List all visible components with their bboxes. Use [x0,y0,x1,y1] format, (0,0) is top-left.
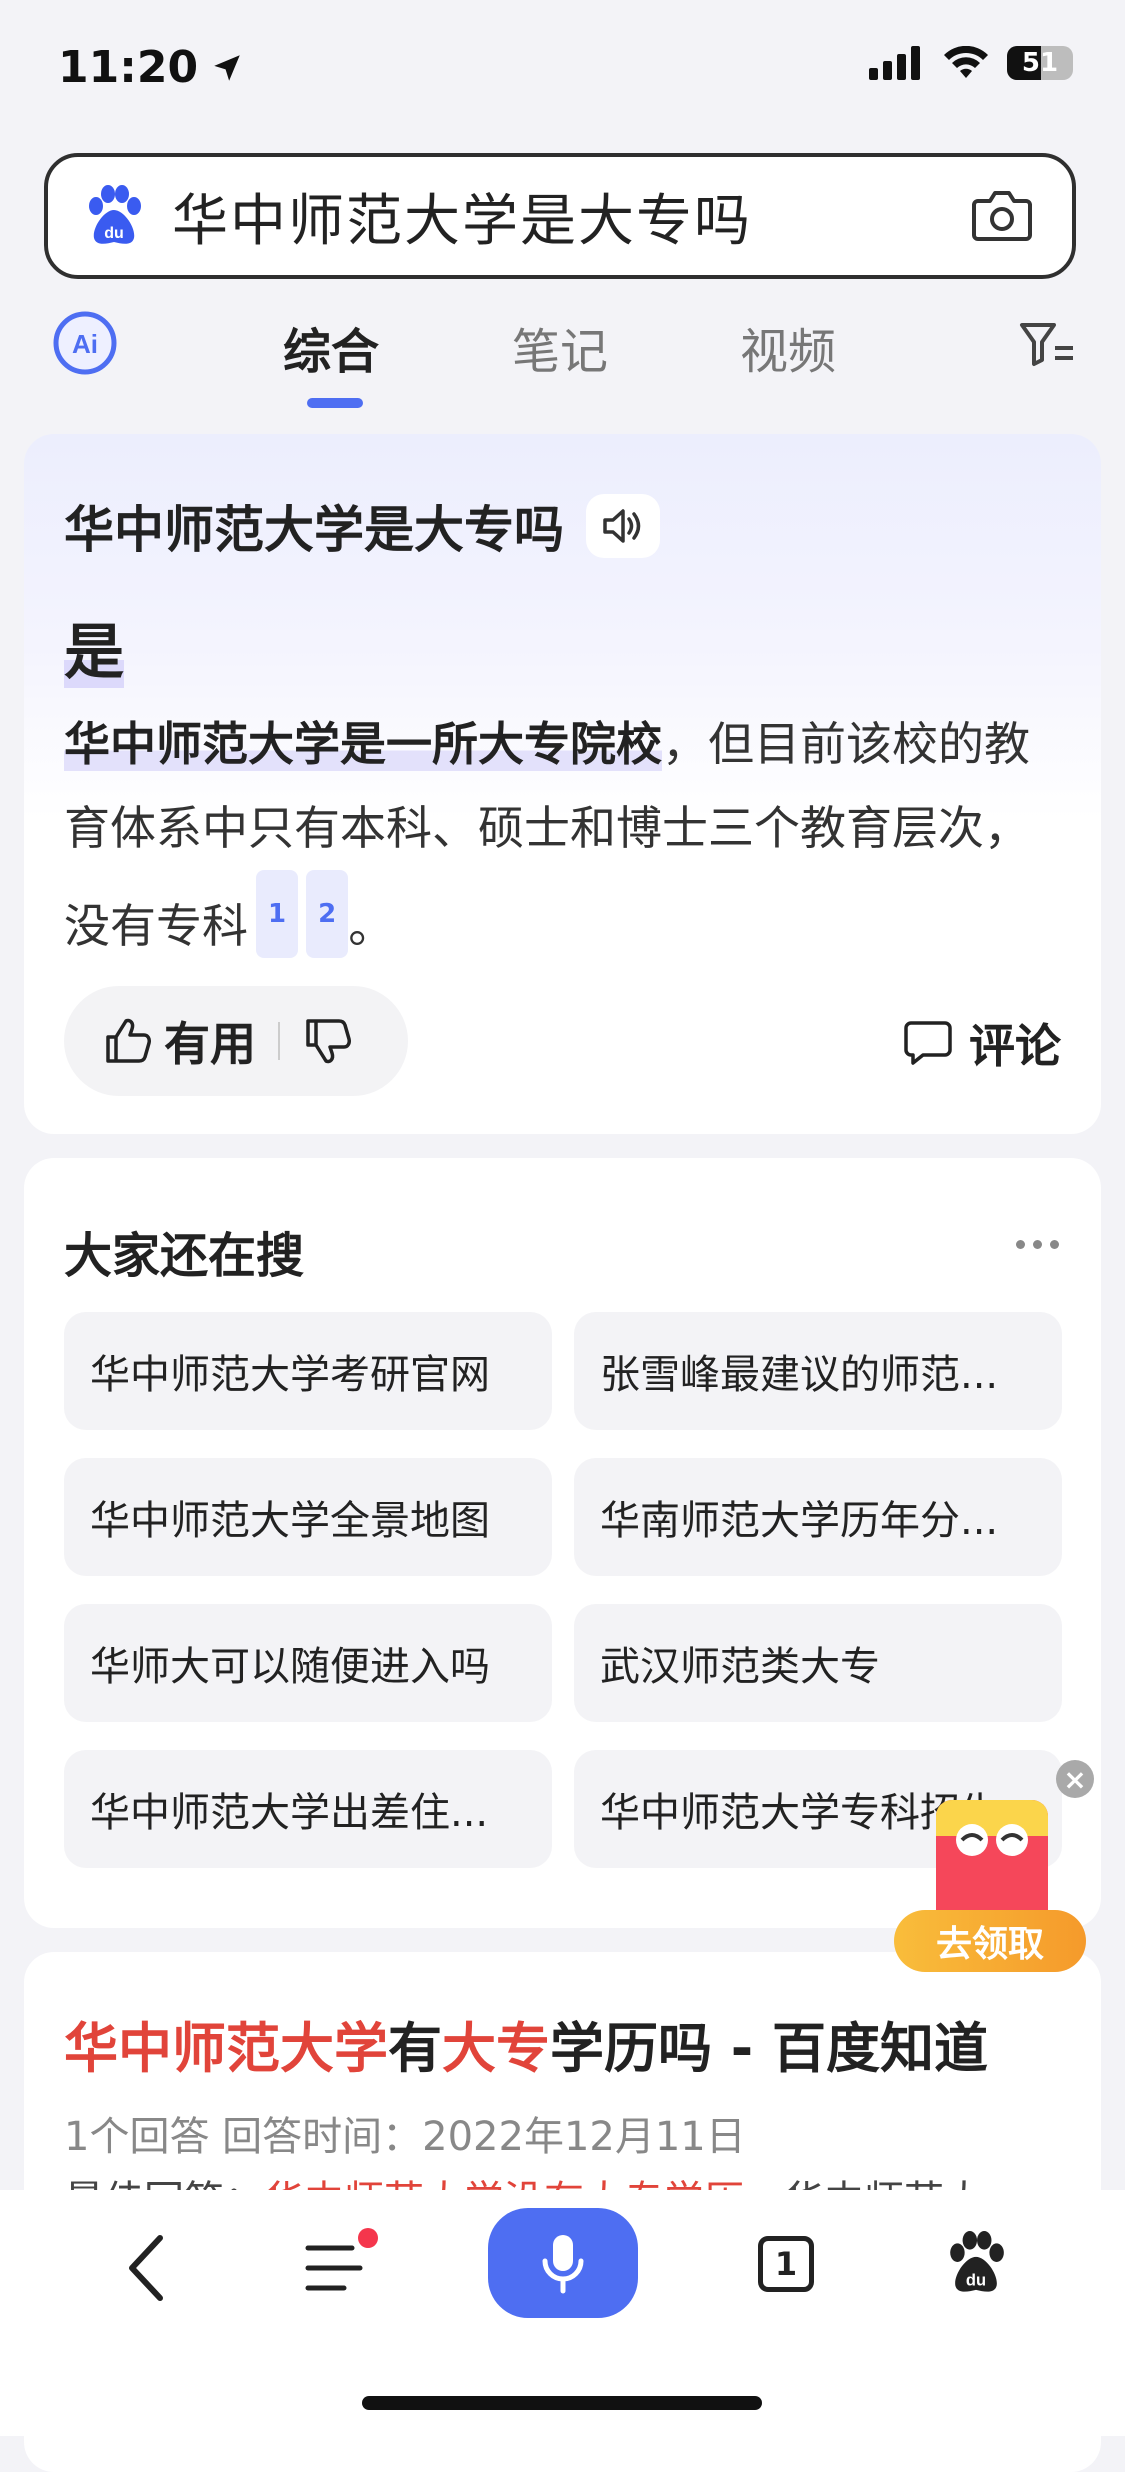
camera-icon[interactable] [972,187,1032,243]
ai-assistant-icon[interactable]: Ai [52,310,118,376]
time-text: 11:20 [58,42,199,93]
speaker-button[interactable] [586,494,660,558]
menu-icon[interactable] [304,2240,364,2296]
thumbs-down-icon[interactable] [302,1015,354,1067]
result-title[interactable]: 华中师范大学有大专学历吗 - 百度知道 [64,2004,988,2083]
speaker-icon [603,509,641,543]
status-time: 11:20 [58,42,244,93]
answer-period: 。 [348,899,395,953]
search-query-text[interactable]: 华中师范大学是大专吗 [172,176,752,257]
comment-button[interactable]: 评论 [903,1010,1061,1076]
ai-short-answer: 是 [64,618,124,688]
thumbs-up-icon[interactable] [102,1015,154,1067]
microphone-icon [542,2235,584,2294]
answer-highlight: 华中师范大学是一所大专院校 [64,717,662,771]
related-title: 大家还在搜 [64,1228,305,1284]
related-chip[interactable]: 华师大可以随便进入吗 [64,1604,552,1722]
tab-active-indicator [307,398,363,408]
location-arrow-icon [214,54,240,81]
more-options-icon[interactable] [1016,1240,1059,1249]
related-chip[interactable]: 张雪峰最建议的师范... [574,1312,1062,1430]
baidu-paw-icon: du [89,185,141,244]
promo-close-icon[interactable]: × [1056,1760,1094,1798]
ai-answer-card: 华中师范大学是大专吗 是 华中师范大学是一所大专院校，但目前该校的教育体系中只有… [24,434,1101,1134]
ai-question-text: 华中师范大学是大专吗 [64,501,564,559]
wifi-icon [944,46,988,78]
baidu-home-icon[interactable]: du [944,2230,1008,2296]
home-indicator [362,2396,762,2410]
promo-widget[interactable]: × 去领取 [894,1760,1094,1982]
tab-notes[interactable]: 笔记 [512,312,608,382]
battery-indicator: 51 [1007,46,1073,80]
useful-label[interactable]: 有用 [164,1008,256,1074]
search-bar[interactable]: du 华中师范大学是大专吗 [44,153,1076,279]
related-chip[interactable]: 华中师范大学考研官网 [64,1312,552,1430]
ai-question: 华中师范大学是大专吗 [64,490,660,562]
related-chip[interactable]: 华中师范大学全景地图 [64,1458,552,1576]
related-chip[interactable]: 华南师范大学历年分... [574,1458,1062,1576]
svg-text:Ai: Ai [72,329,98,359]
tab-comprehensive[interactable]: 综合 [283,312,379,382]
feedback-pill: 有用 [64,986,408,1096]
tabs-count-button[interactable]: 1 [758,2236,814,2292]
voice-search-button[interactable] [488,2208,638,2318]
feedback-divider [278,1022,280,1060]
citation-2[interactable]: 2 [306,870,349,958]
comment-label: 评论 [969,1019,1061,1073]
signal-icon [869,46,920,80]
related-chip[interactable]: 华中师范大学出差住... [64,1750,552,1868]
svg-text:du: du [104,225,124,242]
svg-text:du: du [966,2272,986,2290]
back-icon[interactable] [122,2232,172,2304]
ai-answer-description: 华中师范大学是一所大专院校，但目前该校的教育体系中只有本科、硕士和博士三个教育层… [64,702,1074,968]
related-chip[interactable]: 武汉师范类大专 [574,1604,1062,1722]
citation-1[interactable]: 1 [256,870,299,958]
status-icons: 51 [869,46,1073,80]
status-bar: 11:20 51 [0,0,1125,140]
tab-bar: Ai 综合 笔记 视频 [0,300,1125,410]
tab-videos[interactable]: 视频 [740,312,836,382]
promo-claim-button[interactable]: 去领取 [894,1910,1086,1972]
notification-dot [358,2228,378,2248]
comment-icon [904,1021,952,1065]
filter-icon[interactable] [1019,320,1075,368]
result-meta: 1个回答 回答时间：2022年12月11日 [64,2114,746,2160]
